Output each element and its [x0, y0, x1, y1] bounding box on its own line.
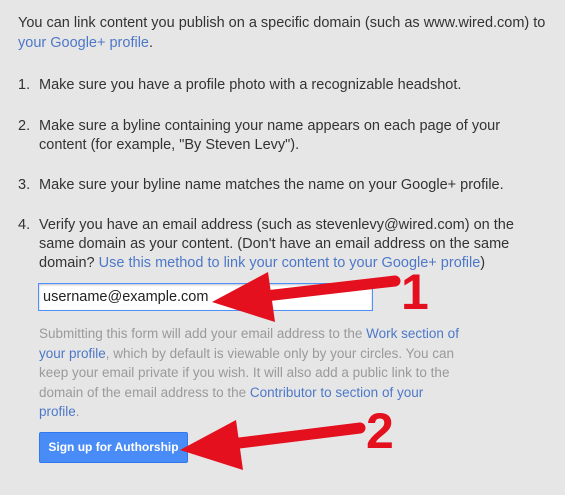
step-text: Make sure your byline name matches the n…: [39, 177, 504, 193]
email-note: Submitting this form will add your email…: [39, 324, 459, 422]
step-number: 1.: [18, 77, 31, 93]
intro-text: You can link content you publish on a sp…: [18, 13, 558, 53]
intro-end: .: [148, 35, 154, 51]
step-text: Make sure a byline containing your name …: [39, 118, 501, 153]
step-2: 2. Make sure a byline containing your na…: [18, 117, 529, 155]
arrow-2: [180, 420, 366, 470]
intro-body: You can link content you publish on a sp…: [18, 15, 546, 31]
arrow-label-1: 1: [401, 264, 429, 320]
step-number: 3.: [18, 177, 31, 193]
arrow-label-2: 2: [366, 403, 394, 459]
step-3: 3. Make sure your byline name matches th…: [18, 176, 539, 195]
step-1: 1. Make sure you have a profile photo wi…: [18, 76, 539, 95]
intro-paragraph: You can link content you publish on a sp…: [18, 13, 558, 53]
google-plus-profile-link[interactable]: your Google+ profile: [18, 35, 149, 51]
note-text: Submitting this form will add your email…: [39, 326, 367, 341]
step-4: 4. Verify you have an email address (suc…: [18, 216, 529, 273]
step-text: Make sure you have a profile photo with …: [39, 77, 462, 93]
sign-up-authorship-button[interactable]: Sign up for Authorship: [39, 432, 188, 463]
note-end: .: [75, 404, 80, 419]
step-number: 4.: [18, 217, 31, 233]
step-number: 2.: [18, 118, 31, 134]
email-input[interactable]: [38, 283, 373, 311]
step-text-end: ): [480, 255, 486, 271]
